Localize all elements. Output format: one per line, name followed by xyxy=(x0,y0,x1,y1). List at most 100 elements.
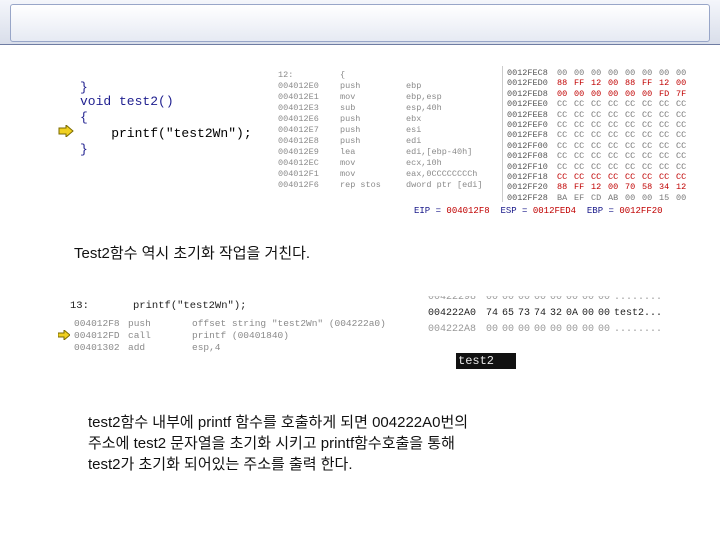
eip-label: EIP = xyxy=(414,206,442,216)
string-memory-byte: 00 xyxy=(550,324,563,335)
memory-byte: 15 xyxy=(659,192,670,202)
string-memory-address: 004222A8 xyxy=(428,324,477,335)
memory-byte: CC xyxy=(557,161,568,172)
disasm-op: edi,[ebp-40h] xyxy=(406,147,473,157)
memory-byte: 12 xyxy=(591,78,602,89)
disasm-addr: 004012E7 xyxy=(278,125,319,135)
disasm-op: dword ptr [edi] xyxy=(406,180,483,190)
caption-2-line-1: test2함수 내부에 printf 함수를 호출하게 되면 004222A0번… xyxy=(88,414,469,431)
memory-byte: FD xyxy=(659,88,670,99)
memory-byte: CC xyxy=(574,120,585,130)
disasm-addr: 004012E6 xyxy=(278,114,319,124)
memory-byte: CC xyxy=(676,109,687,120)
memory-byte: CC xyxy=(591,140,602,151)
printf-disasm-op: printf (00401840) xyxy=(192,330,289,341)
string-memory-byte: 65 xyxy=(502,308,515,319)
string-memory-byte: 00 xyxy=(598,324,611,335)
eip-value: 004012F8 xyxy=(446,206,490,216)
memory-byte: 00 xyxy=(574,68,585,78)
memory-address: 0012FF10 xyxy=(507,161,548,172)
memory-byte: CC xyxy=(659,120,670,130)
disasm-mn: sub xyxy=(340,103,356,113)
memory-byte: CC xyxy=(591,172,602,182)
memory-byte: CC xyxy=(642,151,653,162)
memory-byte: CC xyxy=(557,172,568,182)
disasm-mn: { xyxy=(340,70,346,80)
memory-byte: CC xyxy=(557,130,568,141)
memory-byte: CC xyxy=(676,161,687,172)
memory-byte: CC xyxy=(642,120,653,130)
memory-byte: FF xyxy=(574,78,585,89)
memory-address: 0012FED0 xyxy=(507,78,548,89)
memory-byte: 00 xyxy=(676,78,687,89)
string-memory-byte: 00 xyxy=(582,324,595,335)
string-memory-byte: 00 xyxy=(534,296,547,303)
caption-2-line-3: test2가 초기화 되어있는 주소를 출력 한다. xyxy=(88,456,353,473)
memory-byte: CC xyxy=(659,109,670,120)
memory-byte: CC xyxy=(659,130,670,141)
string-memory-byte: 0A xyxy=(566,308,579,319)
memory-byte: CC xyxy=(676,130,687,141)
disasm-addr: 12: xyxy=(278,70,294,80)
disasm-op: esp,40h xyxy=(406,103,442,113)
string-memory-row: 004222A8 00 00 00 00 00 00 00 00........ xyxy=(428,324,684,338)
memory-byte: CC xyxy=(659,140,670,151)
string-memory-address: 004222A0 xyxy=(428,308,477,319)
memory-byte: CC xyxy=(608,151,619,162)
memory-byte: 00 xyxy=(608,78,619,89)
printf-disasm-op: esp,4 xyxy=(192,342,221,353)
memory-address: 0012FF18 xyxy=(507,172,548,182)
memory-byte: CC xyxy=(642,161,653,172)
string-memory-byte: 00 xyxy=(582,308,595,319)
memory-byte: 00 xyxy=(608,88,619,99)
source-line-1: void test2() xyxy=(80,94,174,109)
memory-byte: CC xyxy=(591,151,602,162)
printf-disassembly-panel: 13: printf("test2Wn"); 004012F8 push offse… xyxy=(58,296,400,360)
console-output: test2 xyxy=(456,353,516,369)
ebp-label: EBP = xyxy=(586,206,614,216)
memory-byte: CC xyxy=(642,172,653,182)
disasm-op: ebx xyxy=(406,114,422,124)
memory-byte: CC xyxy=(591,120,602,130)
memory-byte: 00 xyxy=(591,88,602,99)
memory-address: 0012FF28 xyxy=(507,192,548,202)
memory-byte: AB xyxy=(608,192,619,202)
memory-byte: CC xyxy=(574,151,585,162)
memory-byte: CC xyxy=(574,140,585,151)
memory-byte: CC xyxy=(625,151,636,162)
memory-address: 0012FEF8 xyxy=(507,130,548,141)
memory-byte: CC xyxy=(608,140,619,151)
string-memory-row: 004222A0 74 65 73 74 32 0A 00 00 test2... xyxy=(428,308,684,322)
caption-1: Test2함수 역시 초기화 작업을 거친다. xyxy=(74,245,311,262)
memory-byte: 00 xyxy=(642,68,653,78)
memory-byte: CC xyxy=(625,130,636,141)
memory-byte: CC xyxy=(591,161,602,172)
memory-byte: CC xyxy=(625,109,636,120)
esp-value: 0012FED4 xyxy=(532,206,577,216)
printf-disasm-mn: call xyxy=(128,330,151,341)
memory-byte: 00 xyxy=(676,192,687,202)
printf-disasm-addr: 004012FD xyxy=(74,330,120,341)
disasm-mn: push xyxy=(340,125,361,135)
printf-disasm-op: offset string "test2Wn" (004222a0) xyxy=(192,318,386,329)
memory-byte: CC xyxy=(574,161,585,172)
source-line-0: } xyxy=(80,80,88,95)
memory-byte: CC xyxy=(608,109,619,120)
memory-byte: CC xyxy=(608,120,619,130)
string-memory-byte: 00 xyxy=(502,324,515,335)
memory-address: 0012FF00 xyxy=(507,140,548,151)
memory-byte: BA xyxy=(557,192,568,202)
memory-address: 0012FF08 xyxy=(507,151,548,162)
memory-byte: CC xyxy=(574,172,585,182)
disasm-mn: push xyxy=(340,81,361,91)
source-line-3: printf("test2Wn"); xyxy=(80,126,252,141)
string-memory-byte: 00 xyxy=(566,324,579,335)
memory-byte: 00 xyxy=(608,68,619,78)
disasm-op: eax,0CCCCCCCCh xyxy=(406,169,478,179)
disasm-addr: 004012F6 xyxy=(278,180,319,190)
ebp-value: 0012FF20 xyxy=(619,206,663,216)
string-memory-byte: 74 xyxy=(534,308,547,319)
string-memory-row: 00422298 00 00 00 00 00 00 00 00........ xyxy=(428,296,684,306)
string-memory-byte: 00 xyxy=(534,324,547,335)
printf-disasm-mn: push xyxy=(128,318,151,329)
